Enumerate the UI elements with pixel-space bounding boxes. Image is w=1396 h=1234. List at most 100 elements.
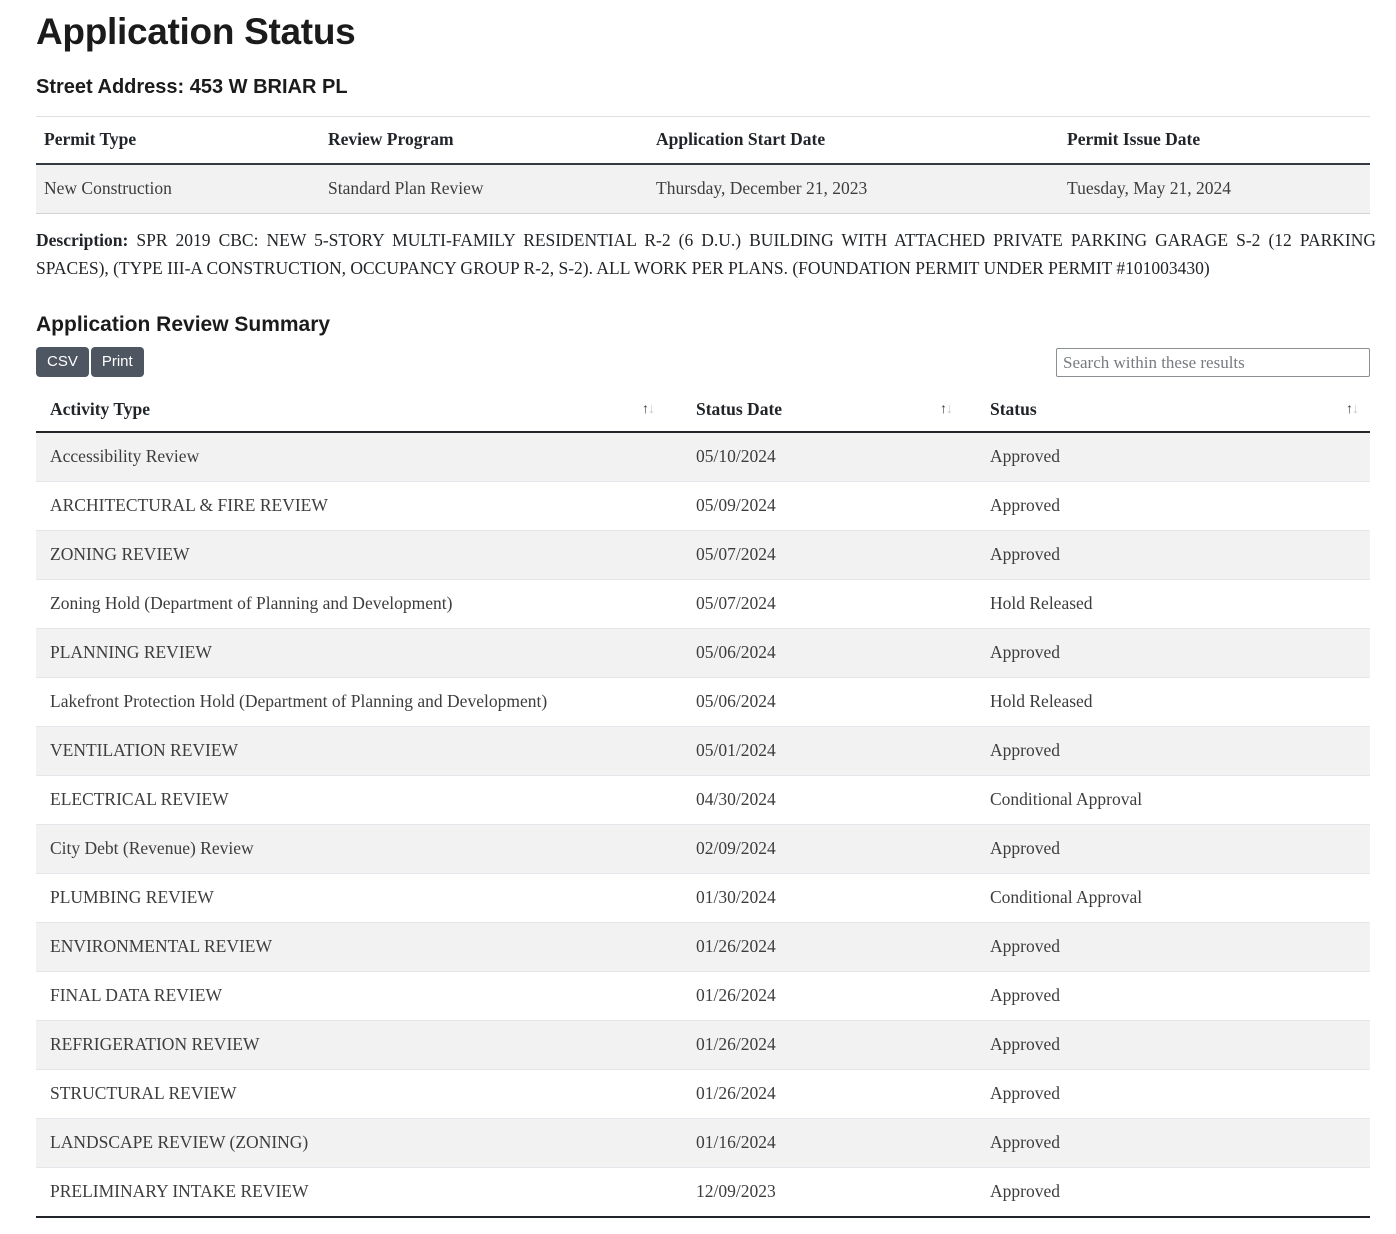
cell-status-date: 05/01/2024 (666, 726, 964, 776)
cell-status: Approved (964, 628, 1370, 678)
application-status-page: Application Status Street Address: 453 W… (0, 10, 1396, 1218)
cell-activity-type: ARCHITECTURAL & FIRE REVIEW (36, 481, 666, 531)
cell-status-date: 05/07/2024 (666, 530, 964, 580)
cell-status: Approved (964, 481, 1370, 531)
sort-descending-icon: ↓ (946, 402, 953, 417)
cell-status: Approved (964, 1118, 1370, 1168)
header-permit-type: Permit Type (36, 116, 314, 165)
table-row: FINAL DATA REVIEW 01/26/2024 Approved (36, 971, 1370, 1021)
application-review-table: Activity Type ↑↓ Status Date ↑↓ Status ↑… (36, 389, 1370, 1218)
cell-activity-type: VENTILATION REVIEW (36, 726, 666, 776)
review-table-body: Accessibility Review 05/10/2024 Approved AR… (36, 432, 1370, 1218)
cell-status: Conditional Approval (964, 775, 1370, 825)
cell-status: Hold Released (964, 677, 1370, 727)
cell-status: Approved (964, 922, 1370, 972)
table-row: PRELIMINARY INTAKE REVIEW 12/09/2023 Appro… (36, 1167, 1370, 1218)
cell-status: Conditional Approval (964, 873, 1370, 923)
permit-summary-table: Permit Type Review Program Application S… (36, 116, 1370, 214)
cell-status: Approved (964, 1069, 1370, 1119)
cell-application-start-date: Thursday, December 21, 2023 (632, 164, 1047, 214)
cell-activity-type: Lakefront Protection Hold (Department of… (36, 677, 666, 727)
description-paragraph: Description: SPR 2019 CBC: NEW 5-STORY MU… (36, 226, 1376, 282)
cell-review-program: Standard Plan Review (314, 164, 632, 214)
review-table-header-row: Activity Type ↑↓ Status Date ↑↓ Status ↑… (36, 389, 1370, 433)
table-row: ZONING REVIEW 05/07/2024 Approved (36, 530, 1370, 580)
header-permit-issue-date: Permit Issue Date (1047, 116, 1370, 165)
table-row: PLUMBING REVIEW 01/30/2024 Conditional App… (36, 873, 1370, 923)
cell-status-date: 05/06/2024 (666, 628, 964, 678)
cell-status-date: 05/10/2024 (666, 432, 964, 482)
search-input[interactable] (1056, 348, 1370, 377)
cell-activity-type: STRUCTURAL REVIEW (36, 1069, 666, 1119)
cell-activity-type: PLUMBING REVIEW (36, 873, 666, 923)
cell-status: Approved (964, 971, 1370, 1021)
table-row: Accessibility Review 05/10/2024 Approved (36, 432, 1370, 482)
table-row: REFRIGERATION REVIEW 01/26/2024 Approved (36, 1020, 1370, 1070)
cell-status: Approved (964, 824, 1370, 874)
column-header-activity-type-label: Activity Type (50, 399, 150, 419)
street-address: Street Address: 453 W BRIAR PL (36, 76, 348, 98)
table-row: Zoning Hold (Department of Planning and … (36, 579, 1370, 629)
table-row: ARCHITECTURAL & FIRE REVIEW 05/09/2024 App… (36, 481, 1370, 531)
cell-status-date: 01/16/2024 (666, 1118, 964, 1168)
cell-activity-type: Zoning Hold (Department of Planning and … (36, 579, 666, 629)
print-button[interactable]: Print (90, 347, 144, 377)
sort-icon[interactable]: ↑↓ (642, 402, 655, 417)
cell-status: Approved (964, 726, 1370, 776)
review-summary-toolbar: CSV Print (36, 347, 1370, 377)
cell-status-date: 01/26/2024 (666, 1020, 964, 1070)
cell-activity-type: FINAL DATA REVIEW (36, 971, 666, 1021)
cell-status: Approved (964, 1167, 1370, 1218)
cell-status: Approved (964, 530, 1370, 580)
table-row: STRUCTURAL REVIEW 01/26/2024 Approved (36, 1069, 1370, 1119)
cell-activity-type: ELECTRICAL REVIEW (36, 775, 666, 825)
cell-status-date: 05/07/2024 (666, 579, 964, 629)
cell-activity-type: PRELIMINARY INTAKE REVIEW (36, 1167, 666, 1218)
cell-activity-type: REFRIGERATION REVIEW (36, 1020, 666, 1070)
permit-summary-header-row: Permit Type Review Program Application S… (36, 116, 1370, 165)
description-label: Description: (36, 230, 129, 250)
column-header-activity-type[interactable]: Activity Type ↑↓ (36, 389, 666, 433)
table-row: City Debt (Revenue) Review 02/09/2024 Appr… (36, 824, 1370, 874)
export-button-group: CSV Print (36, 347, 144, 377)
cell-status-date: 01/26/2024 (666, 971, 964, 1021)
table-row: ELECTRICAL REVIEW 04/30/2024 Conditional A… (36, 775, 1370, 825)
header-review-program: Review Program (314, 116, 632, 165)
permit-summary-row: New Construction Standard Plan Review Th… (36, 164, 1370, 214)
sort-icon[interactable]: ↑↓ (1346, 402, 1359, 417)
table-row: ENVIRONMENTAL REVIEW 01/26/2024 Approved (36, 922, 1370, 972)
sort-descending-icon: ↓ (648, 402, 655, 417)
cell-activity-type: ENVIRONMENTAL REVIEW (36, 922, 666, 972)
sort-icon[interactable]: ↑↓ (940, 402, 953, 417)
sort-descending-icon: ↓ (1352, 402, 1359, 417)
table-row: LANDSCAPE REVIEW (ZONING) 01/16/2024 Appro… (36, 1118, 1370, 1168)
cell-activity-type: LANDSCAPE REVIEW (ZONING) (36, 1118, 666, 1168)
cell-status-date: 02/09/2024 (666, 824, 964, 874)
column-header-status-date[interactable]: Status Date ↑↓ (666, 389, 964, 433)
header-application-start-date: Application Start Date (632, 116, 1047, 165)
cell-activity-type: ZONING REVIEW (36, 530, 666, 580)
cell-status-date: 01/30/2024 (666, 873, 964, 923)
column-header-status[interactable]: Status ↑↓ (964, 389, 1370, 433)
cell-status: Hold Released (964, 579, 1370, 629)
cell-status: Approved (964, 432, 1370, 482)
cell-status: Approved (964, 1020, 1370, 1070)
cell-status-date: 05/06/2024 (666, 677, 964, 727)
table-row: VENTILATION REVIEW 05/01/2024 Approved (36, 726, 1370, 776)
cell-permit-type: New Construction (36, 164, 314, 214)
page-title: Application Status (36, 11, 356, 52)
description-text: SPR 2019 CBC: NEW 5-STORY MULTI-FAMILY R… (36, 230, 1376, 278)
table-row: PLANNING REVIEW 05/06/2024 Approved (36, 628, 1370, 678)
cell-status-date: 01/26/2024 (666, 922, 964, 972)
cell-status-date: 12/09/2023 (666, 1167, 964, 1218)
csv-button[interactable]: CSV (36, 347, 89, 377)
column-header-status-date-label: Status Date (696, 399, 783, 419)
cell-activity-type: City Debt (Revenue) Review (36, 824, 666, 874)
table-row: Lakefront Protection Hold (Department of… (36, 677, 1370, 727)
column-header-status-label: Status (990, 399, 1037, 419)
cell-permit-issue-date: Tuesday, May 21, 2024 (1047, 164, 1370, 214)
cell-activity-type: Accessibility Review (36, 432, 666, 482)
cell-status-date: 04/30/2024 (666, 775, 964, 825)
cell-status-date: 01/26/2024 (666, 1069, 964, 1119)
cell-activity-type: PLANNING REVIEW (36, 628, 666, 678)
